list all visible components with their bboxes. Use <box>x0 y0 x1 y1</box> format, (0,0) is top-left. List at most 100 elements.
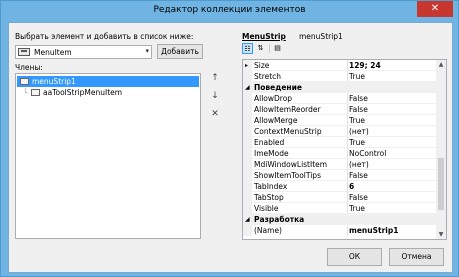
row-gutter <box>243 71 252 82</box>
properties-object-name: menuStrip1 <box>299 32 343 41</box>
prop-value[interactable]: 6 <box>349 182 354 191</box>
row-gutter <box>243 137 252 148</box>
category-behavior[interactable]: ◢ Поведение <box>243 82 437 93</box>
collapse-icon[interactable]: ◢ <box>245 84 250 91</box>
prop-name: Stretch <box>254 72 282 81</box>
prop-value[interactable]: True <box>349 138 365 147</box>
prop-value[interactable]: False <box>349 94 368 103</box>
prop-value[interactable]: False <box>349 105 368 114</box>
prop-row-allowitemreorder[interactable]: AllowItemReorder False <box>243 104 437 115</box>
cancel-button[interactable]: Отмена <box>389 248 444 266</box>
window-title: Редактор коллекции элементов <box>153 5 306 15</box>
prop-name: (Name) <box>254 226 282 235</box>
item-type-combobox[interactable]: MenuItem ▾ <box>15 45 152 59</box>
prop-value[interactable]: True <box>349 204 365 213</box>
prop-row-imemode[interactable]: ImeMode NoControl <box>243 148 437 159</box>
property-pages-button[interactable]: ▤ <box>272 43 283 54</box>
prop-name: TabStop <box>254 193 284 202</box>
prop-value[interactable]: False <box>349 171 368 180</box>
dialog-window: Редактор коллекции элементов ✕ Выбрать э… <box>0 0 459 277</box>
tree-item-menustrip1[interactable]: menuStrip1 <box>17 76 199 87</box>
row-gutter <box>243 225 252 236</box>
column-splitter[interactable] <box>347 225 348 236</box>
property-grid[interactable]: ▸ Size 129; 24 Stretch True ◢ Поведение … <box>242 59 447 240</box>
title-bar[interactable]: Редактор коллекции элементов ✕ <box>1 1 458 21</box>
prop-row-allowmerge[interactable]: AllowMerge True <box>243 115 437 126</box>
prop-row-tabstop[interactable]: TabStop False <box>243 192 437 203</box>
row-gutter <box>243 148 252 159</box>
categorized-view-button[interactable]: ☷ <box>242 43 253 54</box>
prop-value[interactable]: False <box>349 193 368 202</box>
prop-row-contextmenustrip[interactable]: ContextMenuStrip (нет) <box>243 126 437 137</box>
prop-name: ShowItemToolTips <box>254 171 321 180</box>
row-gutter: ▸ <box>243 60 252 71</box>
prop-value[interactable]: True <box>349 72 365 81</box>
prop-row-showitemtooltips[interactable]: ShowItemToolTips False <box>243 170 437 181</box>
prop-value[interactable]: True <box>349 116 365 125</box>
tree-branch-line: └ <box>23 88 28 97</box>
prop-row-allowdrop[interactable]: AllowDrop False <box>243 93 437 104</box>
prop-row-visible[interactable]: Visible True <box>243 203 437 214</box>
collapse-icon[interactable]: ◢ <box>245 216 250 223</box>
category-design[interactable]: ◢ Разработка <box>243 214 437 225</box>
category-label: Поведение <box>254 83 302 92</box>
toolbar-divider <box>269 44 270 53</box>
tree-item-label: menuStrip1 <box>32 77 76 86</box>
prop-row-mdiwindowlistitem[interactable]: MdiWindowListItem (нет) <box>243 159 437 170</box>
row-gutter <box>243 159 252 170</box>
prop-name: Visible <box>254 204 279 213</box>
dialog-body: Выбрать элемент и добавить в список ниже… <box>8 22 453 273</box>
move-up-button[interactable]: ↑ <box>208 73 222 87</box>
scrollbar-thumb[interactable] <box>438 158 444 210</box>
prop-value[interactable]: (нет) <box>349 160 369 169</box>
prop-name: AllowItemReorder <box>254 105 321 114</box>
alphabetical-view-button[interactable]: ⇅ <box>255 43 266 54</box>
prop-value[interactable]: NoControl <box>349 149 386 158</box>
prop-row-size[interactable]: ▸ Size 129; 24 <box>243 60 437 71</box>
row-gutter <box>243 203 252 214</box>
property-pages-icon: ▤ <box>274 44 281 52</box>
delete-button[interactable]: ✕ <box>208 109 222 123</box>
prop-name: Enabled <box>254 138 285 147</box>
prop-name: MdiWindowListItem <box>254 160 328 169</box>
prop-row-name[interactable]: (Name) menuStrip1 <box>243 225 437 236</box>
scroll-down-icon[interactable]: ▼ <box>437 231 445 238</box>
properties-type-label: MenuStrip <box>242 32 286 41</box>
prop-name: AllowMerge <box>254 116 298 125</box>
property-grid-scrollbar[interactable]: ▲ ▼ <box>436 60 446 239</box>
row-gutter <box>243 181 252 192</box>
ok-button[interactable]: ОК <box>327 248 382 266</box>
arrow-down-icon: ↓ <box>211 91 219 101</box>
prop-name: ContextMenuStrip <box>254 127 322 136</box>
row-gutter <box>243 104 252 115</box>
prop-name: AllowDrop <box>254 94 293 103</box>
prop-row-tabindex[interactable]: TabIndex 6 <box>243 181 437 192</box>
menu-item-icon <box>31 89 40 96</box>
row-gutter <box>243 192 252 203</box>
menu-item-icon <box>18 48 30 56</box>
row-gutter <box>243 115 252 126</box>
prop-value[interactable]: (нет) <box>349 127 369 136</box>
arrow-up-icon: ↑ <box>211 73 219 83</box>
prop-row-stretch[interactable]: Stretch True <box>243 71 437 82</box>
prop-row-enabled[interactable]: Enabled True <box>243 137 437 148</box>
prop-name: TabIndex <box>254 182 288 191</box>
category-label: Разработка <box>254 215 305 224</box>
scroll-up-icon[interactable]: ▲ <box>437 61 445 68</box>
move-down-button[interactable]: ↓ <box>208 91 222 105</box>
add-button[interactable]: Добавить <box>157 44 203 59</box>
add-item-label: Выбрать элемент и добавить в список ниже… <box>15 32 194 41</box>
combo-value: MenuItem <box>34 48 72 57</box>
members-tree[interactable]: menuStrip1 └ aaToolStripMenuItem <box>15 73 201 239</box>
row-gutter <box>243 93 252 104</box>
prop-value[interactable]: 129; 24 <box>349 61 381 70</box>
delete-icon: ✕ <box>211 109 219 119</box>
sort-alpha-icon: ⇅ <box>257 44 264 52</box>
expand-icon[interactable]: ▸ <box>245 62 248 69</box>
close-button[interactable]: ✕ <box>417 1 453 17</box>
prop-value[interactable]: menuStrip1 <box>349 226 398 235</box>
tree-item-aatoolstripmenuitem[interactable]: └ aaToolStripMenuItem <box>17 87 199 98</box>
chevron-down-icon[interactable]: ▾ <box>145 47 149 55</box>
row-gutter <box>243 170 252 181</box>
menustrip-icon <box>20 78 29 85</box>
